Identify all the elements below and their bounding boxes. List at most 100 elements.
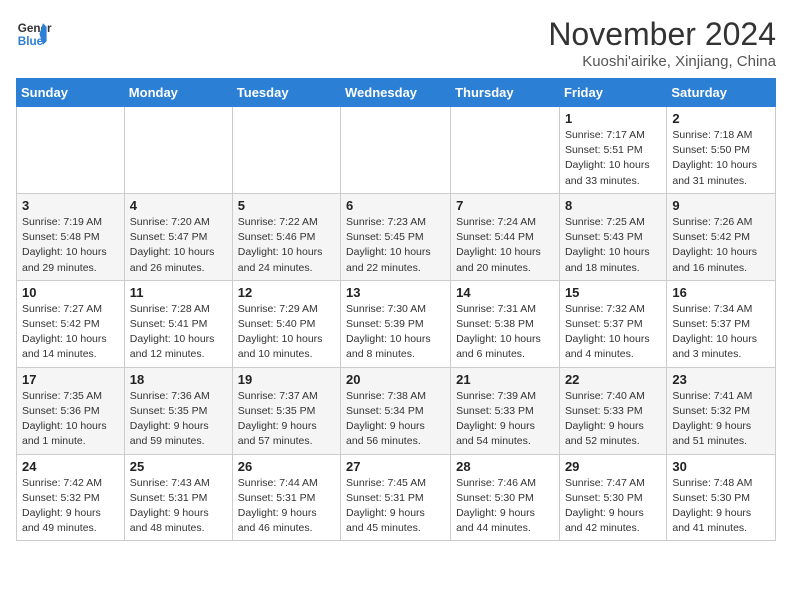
calendar-cell: 26 Sunrise: 7:44 AM Sunset: 5:31 PM Dayli…	[232, 454, 340, 541]
day-number: 2	[672, 111, 770, 126]
day-number: 1	[565, 111, 661, 126]
calendar-week-row: 24 Sunrise: 7:42 AM Sunset: 5:32 PM Dayli…	[17, 454, 776, 541]
day-info: Sunrise: 7:31 AM Sunset: 5:38 PM Dayligh…	[456, 302, 554, 363]
calendar-cell	[17, 107, 125, 194]
calendar-cell: 3 Sunrise: 7:19 AM Sunset: 5:48 PM Daylig…	[17, 193, 125, 280]
calendar-week-row: 3 Sunrise: 7:19 AM Sunset: 5:48 PM Daylig…	[17, 193, 776, 280]
calendar-cell: 13 Sunrise: 7:30 AM Sunset: 5:39 PM Dayli…	[341, 280, 451, 367]
logo: General Blue	[16, 16, 52, 52]
day-info: Sunrise: 7:48 AM Sunset: 5:30 PM Dayligh…	[672, 476, 770, 537]
calendar-cell: 2 Sunrise: 7:18 AM Sunset: 5:50 PM Daylig…	[667, 107, 776, 194]
title-area: November 2024 Kuoshi'airike, Xinjiang, C…	[548, 16, 776, 70]
day-number: 4	[130, 198, 227, 213]
calendar-cell: 12Sunrise: 7:29 AM Sunset: 5:40 PM Dayli…	[232, 280, 340, 367]
calendar-header-row: SundayMondayTuesdayWednesdayThursdayFrid…	[17, 79, 776, 107]
day-number: 14	[456, 285, 554, 300]
day-number: 9	[672, 198, 770, 213]
day-number: 16	[672, 285, 770, 300]
day-number: 28	[456, 459, 554, 474]
calendar-cell: 8 Sunrise: 7:25 AM Sunset: 5:43 PM Daylig…	[559, 193, 666, 280]
day-info: Sunrise: 7:29 AM Sunset: 5:40 PM Dayligh…	[238, 302, 335, 363]
calendar-cell	[451, 107, 560, 194]
day-number: 25	[130, 459, 227, 474]
day-info: Sunrise: 7:35 AM Sunset: 5:36 PM Dayligh…	[22, 389, 119, 450]
day-number: 10	[22, 285, 119, 300]
calendar-week-row: 10Sunrise: 7:27 AM Sunset: 5:42 PM Dayli…	[17, 280, 776, 367]
header: General Blue November 2024 Kuoshi'airike…	[16, 16, 776, 70]
day-number: 19	[238, 372, 335, 387]
day-info: Sunrise: 7:28 AM Sunset: 5:41 PM Dayligh…	[130, 302, 227, 363]
day-number: 22	[565, 372, 661, 387]
calendar-header-cell: Thursday	[451, 79, 560, 107]
day-info: Sunrise: 7:46 AM Sunset: 5:30 PM Dayligh…	[456, 476, 554, 537]
day-info: Sunrise: 7:22 AM Sunset: 5:46 PM Dayligh…	[238, 215, 335, 276]
day-info: Sunrise: 7:18 AM Sunset: 5:50 PM Dayligh…	[672, 128, 770, 189]
location-subtitle: Kuoshi'airike, Xinjiang, China	[548, 53, 776, 70]
day-number: 27	[346, 459, 445, 474]
day-info: Sunrise: 7:39 AM Sunset: 5:33 PM Dayligh…	[456, 389, 554, 450]
day-info: Sunrise: 7:45 AM Sunset: 5:31 PM Dayligh…	[346, 476, 445, 537]
calendar-header-cell: Friday	[559, 79, 666, 107]
calendar-week-row: 17 Sunrise: 7:35 AM Sunset: 5:36 PM Dayli…	[17, 367, 776, 454]
day-number: 23	[672, 372, 770, 387]
day-info: Sunrise: 7:34 AM Sunset: 5:37 PM Dayligh…	[672, 302, 770, 363]
calendar-cell: 16 Sunrise: 7:34 AM Sunset: 5:37 PM Dayli…	[667, 280, 776, 367]
day-number: 26	[238, 459, 335, 474]
day-number: 6	[346, 198, 445, 213]
calendar-cell: 10Sunrise: 7:27 AM Sunset: 5:42 PM Dayli…	[17, 280, 125, 367]
day-info: Sunrise: 7:19 AM Sunset: 5:48 PM Dayligh…	[22, 215, 119, 276]
svg-text:General: General	[18, 22, 52, 35]
calendar-cell: 20Sunrise: 7:38 AM Sunset: 5:34 PM Dayli…	[341, 367, 451, 454]
day-number: 30	[672, 459, 770, 474]
calendar-cell: 27 Sunrise: 7:45 AM Sunset: 5:31 PM Dayli…	[341, 454, 451, 541]
day-number: 8	[565, 198, 661, 213]
day-number: 13	[346, 285, 445, 300]
calendar-cell: 5 Sunrise: 7:22 AM Sunset: 5:46 PM Daylig…	[232, 193, 340, 280]
calendar-cell: 22Sunrise: 7:40 AM Sunset: 5:33 PM Dayli…	[559, 367, 666, 454]
day-number: 5	[238, 198, 335, 213]
day-number: 17	[22, 372, 119, 387]
logo-icon: General Blue	[16, 16, 52, 52]
day-number: 20	[346, 372, 445, 387]
calendar-cell: 15Sunrise: 7:32 AM Sunset: 5:37 PM Dayli…	[559, 280, 666, 367]
calendar-cell: 23Sunrise: 7:41 AM Sunset: 5:32 PM Dayli…	[667, 367, 776, 454]
calendar-cell	[341, 107, 451, 194]
day-info: Sunrise: 7:25 AM Sunset: 5:43 PM Dayligh…	[565, 215, 661, 276]
calendar-cell: 17 Sunrise: 7:35 AM Sunset: 5:36 PM Dayli…	[17, 367, 125, 454]
day-number: 3	[22, 198, 119, 213]
day-number: 11	[130, 285, 227, 300]
calendar-cell: 25 Sunrise: 7:43 AM Sunset: 5:31 PM Dayli…	[124, 454, 232, 541]
calendar-cell: 19Sunrise: 7:37 AM Sunset: 5:35 PM Dayli…	[232, 367, 340, 454]
calendar-header-cell: Tuesday	[232, 79, 340, 107]
day-number: 24	[22, 459, 119, 474]
calendar-cell	[232, 107, 340, 194]
day-number: 29	[565, 459, 661, 474]
calendar-cell: 4 Sunrise: 7:20 AM Sunset: 5:47 PM Daylig…	[124, 193, 232, 280]
day-info: Sunrise: 7:26 AM Sunset: 5:42 PM Dayligh…	[672, 215, 770, 276]
day-info: Sunrise: 7:20 AM Sunset: 5:47 PM Dayligh…	[130, 215, 227, 276]
month-title: November 2024	[548, 16, 776, 53]
day-info: Sunrise: 7:43 AM Sunset: 5:31 PM Dayligh…	[130, 476, 227, 537]
day-number: 21	[456, 372, 554, 387]
calendar-header-cell: Sunday	[17, 79, 125, 107]
calendar-cell: 21 Sunrise: 7:39 AM Sunset: 5:33 PM Dayli…	[451, 367, 560, 454]
calendar-cell: 18 Sunrise: 7:36 AM Sunset: 5:35 PM Dayli…	[124, 367, 232, 454]
day-number: 18	[130, 372, 227, 387]
calendar-week-row: 1 Sunrise: 7:17 AM Sunset: 5:51 PM Daylig…	[17, 107, 776, 194]
day-info: Sunrise: 7:36 AM Sunset: 5:35 PM Dayligh…	[130, 389, 227, 450]
day-info: Sunrise: 7:44 AM Sunset: 5:31 PM Dayligh…	[238, 476, 335, 537]
day-info: Sunrise: 7:23 AM Sunset: 5:45 PM Dayligh…	[346, 215, 445, 276]
calendar-cell	[124, 107, 232, 194]
svg-text:Blue: Blue	[18, 35, 44, 48]
calendar-cell: 11 Sunrise: 7:28 AM Sunset: 5:41 PM Dayli…	[124, 280, 232, 367]
day-info: Sunrise: 7:24 AM Sunset: 5:44 PM Dayligh…	[456, 215, 554, 276]
calendar-cell: 30 Sunrise: 7:48 AM Sunset: 5:30 PM Dayli…	[667, 454, 776, 541]
calendar-header-cell: Saturday	[667, 79, 776, 107]
day-info: Sunrise: 7:42 AM Sunset: 5:32 PM Dayligh…	[22, 476, 119, 537]
day-info: Sunrise: 7:30 AM Sunset: 5:39 PM Dayligh…	[346, 302, 445, 363]
calendar-header-cell: Monday	[124, 79, 232, 107]
calendar-cell: 6 Sunrise: 7:23 AM Sunset: 5:45 PM Daylig…	[341, 193, 451, 280]
calendar-table: SundayMondayTuesdayWednesdayThursdayFrid…	[16, 78, 776, 541]
day-info: Sunrise: 7:32 AM Sunset: 5:37 PM Dayligh…	[565, 302, 661, 363]
day-info: Sunrise: 7:17 AM Sunset: 5:51 PM Dayligh…	[565, 128, 661, 189]
